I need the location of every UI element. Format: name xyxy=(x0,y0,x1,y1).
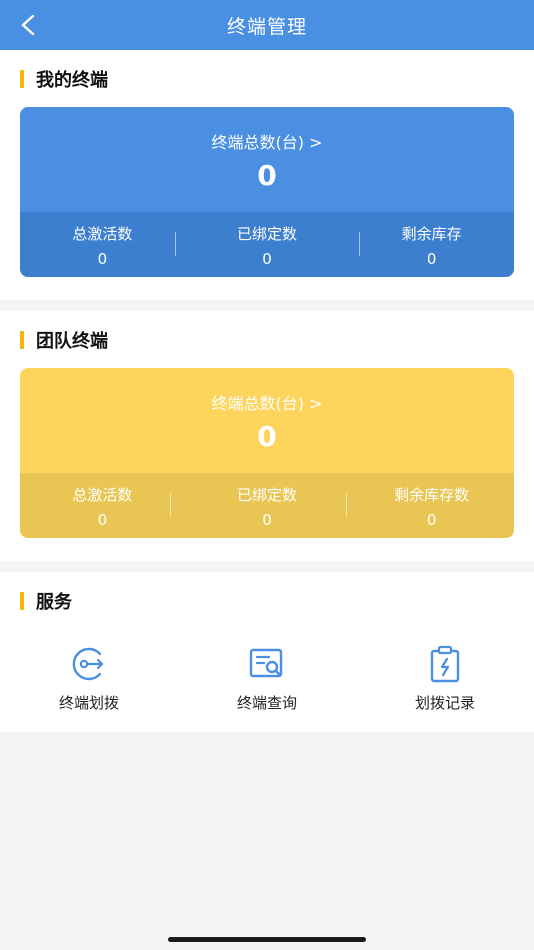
services-grid: 终端划拨 终端查询 划拨记录 xyxy=(0,644,534,714)
stat-divider xyxy=(170,493,171,517)
stat-value: 0 xyxy=(97,250,108,268)
stat-value: 0 xyxy=(426,250,437,268)
back-button[interactable] xyxy=(14,11,42,39)
total-terminals-panel[interactable]: 终端总数(台) > 0 xyxy=(20,107,514,212)
team-total-terminals-link[interactable]: 终端总数(台) > xyxy=(20,390,514,414)
stat-label: 剩余库存数 xyxy=(394,486,470,504)
stat-divider xyxy=(359,232,360,256)
team-stat-activated: 总激活数 0 xyxy=(20,473,185,538)
section-title: 我的终端 xyxy=(36,70,108,91)
clipboard-record-icon xyxy=(430,645,460,683)
service-label: 划拨记录 xyxy=(414,694,475,712)
my-terminals-header: 我的终端 xyxy=(20,68,108,91)
stat-label: 已绑定数 xyxy=(237,225,298,243)
transfer-icon xyxy=(72,647,104,681)
page-title: 终端管理 xyxy=(226,15,307,38)
team-terminals-header: 团队终端 xyxy=(20,329,108,352)
section-accent-bar xyxy=(20,331,24,349)
total-terminals-value: 0 xyxy=(257,159,277,192)
section-title: 团队终端 xyxy=(36,331,108,352)
service-terminal-transfer[interactable]: 终端划拨 xyxy=(0,644,178,714)
services-header: 服务 xyxy=(20,590,72,613)
search-document-icon xyxy=(249,648,283,678)
team-stat-bound: 已绑定数 0 xyxy=(185,473,350,538)
stat-label: 总激活数 xyxy=(72,486,133,504)
stat-label: 总激活数 xyxy=(72,225,133,243)
stat-divider xyxy=(175,232,176,256)
stats-row: 总激活数 0 已绑定数 0 剩余库存 0 xyxy=(20,212,514,277)
section-accent-bar xyxy=(20,592,24,610)
team-total-terminals-panel[interactable]: 终端总数(台) > 0 xyxy=(20,368,514,473)
service-label: 终端划拨 xyxy=(58,694,119,712)
stat-value: 0 xyxy=(97,511,108,529)
home-indicator[interactable] xyxy=(168,937,366,942)
team-total-terminals-value: 0 xyxy=(257,420,277,453)
total-terminals-link[interactable]: 终端总数(台) > xyxy=(20,129,514,153)
team-terminals-card: 终端总数(台) > 0 总激活数 0 已绑定数 0 剩余库存数 0 xyxy=(20,368,514,538)
service-transfer-records[interactable]: 划拨记录 xyxy=(356,644,534,714)
team-stat-stock: 剩余库存数 0 xyxy=(349,473,514,538)
stat-activated: 总激活数 0 xyxy=(20,212,185,277)
my-terminals-section: 我的终端 终端总数(台) > 0 总激活数 0 已绑定数 0 剩余库存 0 xyxy=(0,50,534,300)
stat-value: 0 xyxy=(426,511,437,529)
stat-label: 已绑定数 xyxy=(237,486,298,504)
stat-divider xyxy=(346,493,347,517)
chevron-left-icon xyxy=(21,14,35,36)
my-terminals-card: 终端总数(台) > 0 总激活数 0 已绑定数 0 剩余库存 0 xyxy=(20,107,514,277)
service-label: 终端查询 xyxy=(236,694,297,712)
section-accent-bar xyxy=(20,70,24,88)
section-title: 服务 xyxy=(36,592,72,613)
services-section: 服务 终端划拨 终端查询 划拨记录 xyxy=(0,572,534,732)
stat-bound: 已绑定数 0 xyxy=(185,212,350,277)
stat-value: 0 xyxy=(262,511,272,529)
stat-label: 剩余库存 xyxy=(401,225,462,243)
stat-stock: 剩余库存 0 xyxy=(349,212,514,277)
service-terminal-query[interactable]: 终端查询 xyxy=(178,644,356,714)
team-terminals-section: 团队终端 终端总数(台) > 0 总激活数 0 已绑定数 0 剩余库存数 0 xyxy=(0,311,534,561)
team-stats-row: 总激活数 0 已绑定数 0 剩余库存数 0 xyxy=(20,473,514,538)
stat-value: 0 xyxy=(262,250,272,268)
navbar: 终端管理 xyxy=(0,0,534,50)
